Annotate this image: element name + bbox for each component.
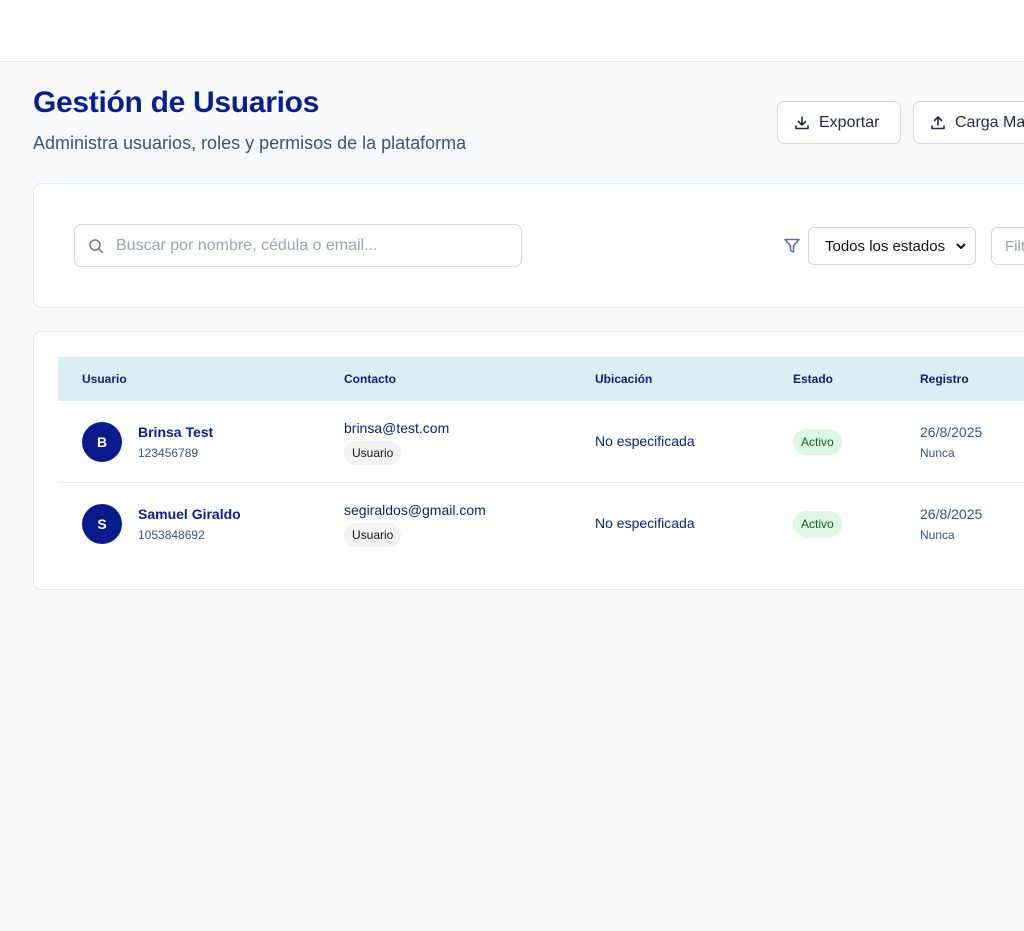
column-header-usuario: Usuario (82, 372, 127, 386)
column-header-ubicacion: Ubicación (595, 372, 653, 386)
last-access: Nunca (920, 446, 955, 460)
filter-icon (784, 238, 800, 253)
user-name: Brinsa Test (138, 424, 214, 440)
bulk-upload-button-label: Carga Ma (955, 113, 1024, 131)
search-box[interactable] (74, 224, 522, 267)
status-badge: Activo (793, 429, 842, 455)
search-input[interactable] (116, 236, 496, 255)
avatar: S (82, 504, 122, 544)
user-location: No especificada (595, 515, 695, 531)
export-button-label: Exportar (819, 113, 880, 131)
secondary-filter-input[interactable]: Filt (991, 227, 1024, 265)
role-badge: Usuario (344, 523, 402, 547)
column-header-contacto: Contacto (344, 372, 396, 386)
chevron-down-icon (956, 243, 966, 249)
users-table-card: Usuario Contacto Ubicación Estado Regist… (33, 331, 1024, 590)
role-badge: Usuario (344, 441, 402, 465)
registration-date: 26/8/2025 (920, 506, 983, 522)
secondary-filter-placeholder: Filt (1005, 237, 1024, 255)
table-header: Usuario Contacto Ubicación Estado Regist… (58, 357, 1024, 401)
column-header-estado: Estado (793, 372, 834, 386)
status-filter-value: Todos los estados (825, 237, 946, 255)
user-id: 1053848692 (138, 528, 205, 542)
user-email: brinsa@test.com (344, 420, 450, 436)
table-row[interactable]: B Brinsa Test 123456789 brinsa@test.com … (58, 401, 1024, 483)
user-name: Samuel Giraldo (138, 506, 241, 522)
table-row[interactable]: S Samuel Giraldo 1053848692 segiraldos@g… (58, 483, 1024, 565)
top-bar (0, 0, 1024, 62)
search-icon (89, 238, 104, 253)
page-subtitle: Administra usuarios, roles y permisos de… (33, 133, 467, 153)
column-header-registro: Registro (920, 372, 969, 386)
registration-date: 26/8/2025 (920, 424, 983, 440)
user-id: 123456789 (138, 446, 199, 460)
bulk-upload-button[interactable]: Carga Ma (913, 101, 1024, 144)
download-icon (795, 115, 809, 129)
user-email: segiraldos@gmail.com (344, 502, 486, 518)
page-title: Gestión de Usuarios (33, 86, 320, 119)
last-access: Nunca (920, 528, 955, 542)
upload-icon (931, 115, 945, 129)
filters-card: Todos los estados Filt (33, 183, 1024, 308)
status-filter-select[interactable]: Todos los estados (808, 227, 976, 265)
export-button[interactable]: Exportar (777, 101, 901, 144)
user-location: No especificada (595, 433, 695, 449)
status-badge: Activo (793, 511, 842, 537)
avatar: B (82, 422, 122, 462)
